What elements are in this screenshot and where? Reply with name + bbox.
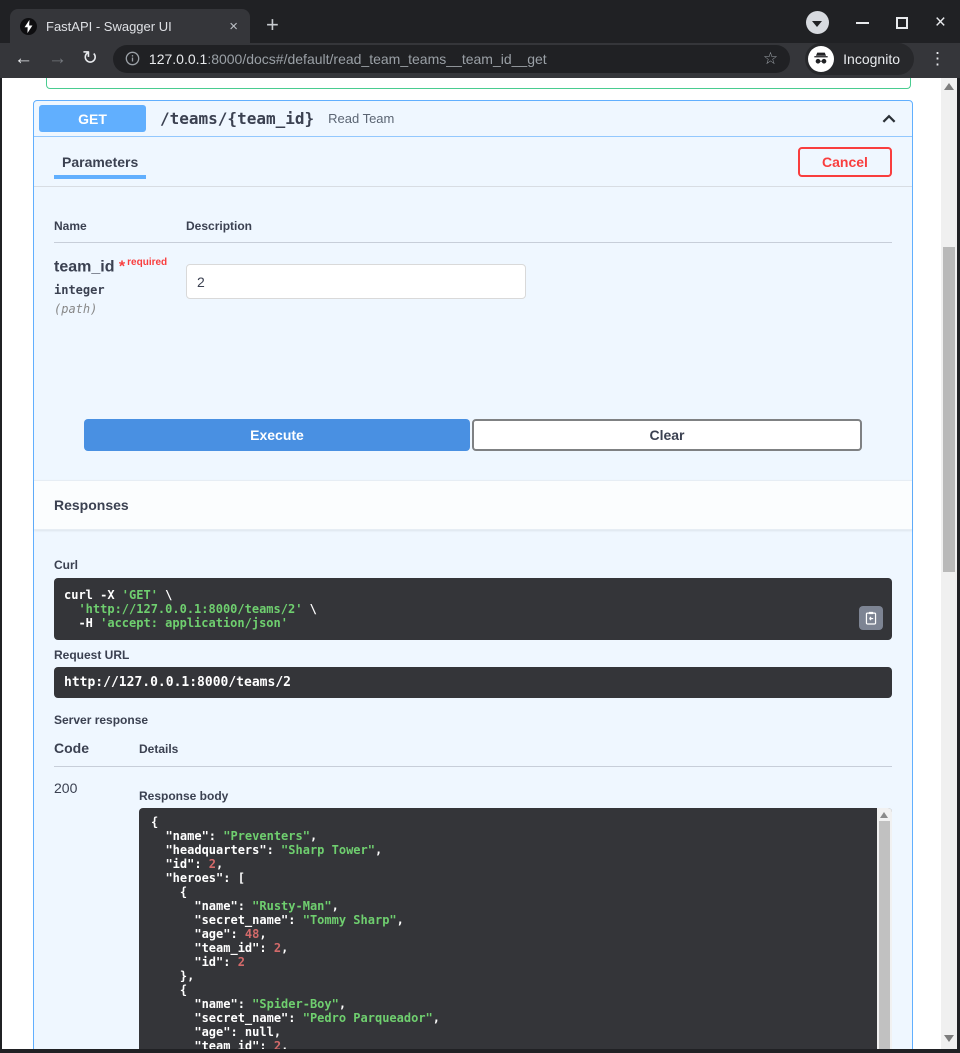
parameters-table: Name Description team_id *required integ… <box>34 219 912 451</box>
url-text: 127.0.0.1:8000/docs#/default/read_team_t… <box>149 51 754 67</box>
required-star: * <box>119 258 125 275</box>
column-details: Details <box>139 742 178 756</box>
parameter-location: (path) <box>54 302 186 316</box>
copy-to-clipboard-button[interactable] <box>859 606 883 630</box>
page-scroll-down-icon[interactable] <box>944 1035 954 1042</box>
tab-title: FastAPI - Swagger UI <box>46 19 218 34</box>
swagger-page: GET /teams/{team_id} Read Team Parameter… <box>2 78 941 1049</box>
url-host: 127.0.0.1 <box>149 51 207 67</box>
parameter-name: team_id *required <box>54 257 186 276</box>
response-details-cell: Response body { "name": "Preventers", "h… <box>139 780 892 1049</box>
address-bar[interactable]: 127.0.0.1:8000/docs#/default/read_team_t… <box>113 45 790 73</box>
required-label: required <box>127 257 167 268</box>
response-body-block: { "name": "Preventers", "headquarters": … <box>139 808 892 1049</box>
column-code: Code <box>54 740 139 756</box>
server-response-table-header: Code Details <box>54 740 892 767</box>
browser-chrome: FastAPI - Swagger UI × + × ← → ↻ 127.0.0… <box>0 0 960 78</box>
column-name: Name <box>54 219 186 233</box>
url-path: :8000/docs#/default/read_team_teams__tea… <box>207 51 546 67</box>
parameter-row: team_id *required integer (path) <box>54 243 892 359</box>
operation-summary: Read Team <box>328 111 394 126</box>
responses-section-header: Responses <box>34 480 912 530</box>
incognito-icon <box>808 46 834 72</box>
response-body-scrollbar[interactable] <box>877 808 892 1049</box>
previous-opblock-edge <box>46 78 911 89</box>
method-badge: GET <box>39 105 146 132</box>
collapse-chevron-icon[interactable] <box>880 110 898 128</box>
bookmark-star-icon[interactable]: ☆ <box>763 49 778 69</box>
curl-command-block: curl -X 'GET' \ 'http://127.0.0.1:8000/t… <box>54 578 892 640</box>
responses-title: Responses <box>54 497 129 513</box>
parameter-name-cell: team_id *required integer (path) <box>54 257 186 359</box>
status-code: 200 <box>54 780 139 1049</box>
curl-label: Curl <box>54 558 892 572</box>
menu-kebab-icon[interactable]: ⋮ <box>929 49 946 69</box>
browser-tab[interactable]: FastAPI - Swagger UI × <box>10 9 250 43</box>
page-scrollbar[interactable] <box>941 78 957 1049</box>
server-response-row: 200 Response body { "name": "Preventers"… <box>54 767 892 1049</box>
opblock-get-teams-team-id: GET /teams/{team_id} Read Team Parameter… <box>33 100 913 1049</box>
incognito-badge: Incognito <box>805 43 914 75</box>
page-scroll-up-icon[interactable] <box>944 83 954 90</box>
clear-button[interactable]: Clear <box>472 419 862 451</box>
browser-toolbar: ← → ↻ 127.0.0.1:8000/docs#/default/read_… <box>0 43 960 78</box>
window-menu-button[interactable] <box>806 11 829 34</box>
tab-close-icon[interactable]: × <box>227 19 240 34</box>
reload-icon[interactable]: ↻ <box>82 49 98 68</box>
parameter-type: integer <box>54 283 186 297</box>
request-url-label: Request URL <box>54 648 892 662</box>
column-description: Description <box>186 219 252 233</box>
chevron-down-icon <box>812 21 822 27</box>
execute-row: Execute Clear <box>84 419 862 451</box>
close-window-button[interactable]: × <box>935 16 946 30</box>
parameter-description-cell <box>186 257 892 359</box>
parameters-table-header: Name Description <box>54 219 892 243</box>
team-id-input[interactable] <box>186 264 526 299</box>
minimize-button[interactable] <box>856 22 869 24</box>
back-icon[interactable]: ← <box>14 49 33 68</box>
scrollbar-thumb[interactable] <box>879 821 890 1049</box>
parameters-header-row: Parameters Cancel <box>34 137 912 187</box>
window-controls: × <box>806 11 946 34</box>
request-url-value: http://127.0.0.1:8000/teams/2 <box>54 667 892 698</box>
cancel-button[interactable]: Cancel <box>798 147 892 177</box>
tab-parameters: Parameters <box>54 137 146 186</box>
execute-button[interactable]: Execute <box>84 419 470 451</box>
tab-strip: FastAPI - Swagger UI × + × <box>0 0 960 43</box>
scroll-up-icon[interactable] <box>880 812 888 818</box>
opblock-summary[interactable]: GET /teams/{team_id} Read Team <box>34 101 912 137</box>
incognito-label: Incognito <box>843 51 900 67</box>
maximize-button[interactable] <box>896 17 908 29</box>
server-response-label: Server response <box>54 713 892 727</box>
responses-body: Curl curl -X 'GET' \ 'http://127.0.0.1:8… <box>34 530 912 1049</box>
site-info-icon[interactable] <box>125 51 140 66</box>
page-scrollbar-thumb[interactable] <box>943 247 955 572</box>
operation-path: /teams/{team_id} <box>160 109 314 128</box>
new-tab-icon[interactable]: + <box>266 15 279 35</box>
fastapi-favicon-icon <box>20 18 37 35</box>
response-body-label: Response body <box>139 789 892 803</box>
forward-icon[interactable]: → <box>48 49 67 68</box>
